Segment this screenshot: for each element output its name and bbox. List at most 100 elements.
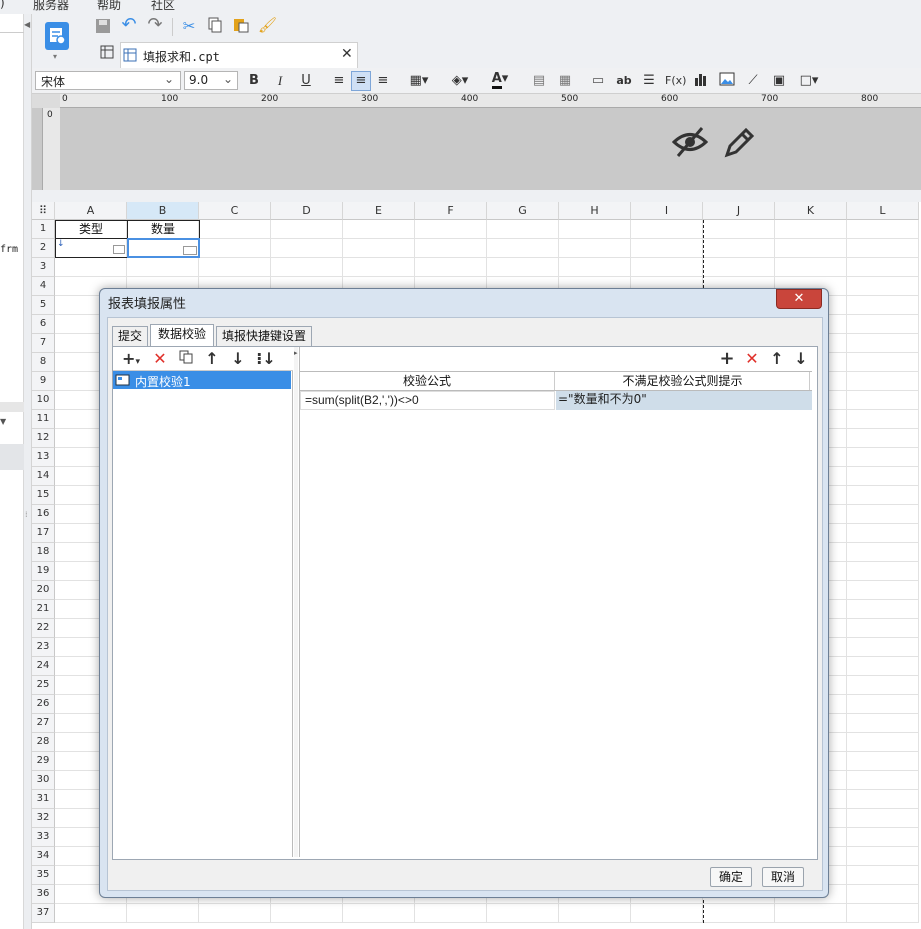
column-header[interactable]: B [127, 202, 199, 220]
formula-cell[interactable]: =sum(split(B2,','))<>0 [300, 391, 555, 410]
text-icon[interactable]: ab [614, 72, 634, 90]
cell-a1[interactable]: 类型 [55, 220, 127, 238]
insert-more-icon[interactable]: □▾ [795, 72, 823, 90]
row-header[interactable]: 17 [32, 524, 55, 543]
row-header[interactable]: 1 [32, 220, 55, 239]
splitter-grip-icon[interactable]: ⁞ [25, 510, 28, 519]
move-down-icon[interactable]: ↓ [792, 350, 810, 368]
eye-off-icon[interactable] [671, 125, 709, 162]
row-header[interactable]: 18 [32, 543, 55, 562]
cancel-button[interactable]: 取消 [762, 867, 804, 887]
row-header[interactable]: 29 [32, 752, 55, 771]
row-header[interactable]: 33 [32, 828, 55, 847]
menu-item-community[interactable]: 社区 [151, 0, 175, 13]
close-tab-icon[interactable]: ✕ [341, 46, 353, 62]
row-header[interactable]: 15 [32, 486, 55, 505]
unmerge-cells-icon[interactable]: ▦ [556, 72, 574, 90]
left-panel-selected-item[interactable] [0, 444, 24, 470]
chart-icon[interactable] [692, 72, 710, 92]
underline-button[interactable]: U [297, 72, 315, 90]
row-header[interactable]: 10 [32, 391, 55, 410]
column-header[interactable]: I [631, 202, 703, 220]
template-dropdown-icon[interactable]: ▾ [53, 52, 57, 61]
row-header[interactable]: 6 [32, 315, 55, 334]
row-header[interactable]: 13 [32, 448, 55, 467]
row-header[interactable]: 32 [32, 809, 55, 828]
splitter-left-arrow-icon[interactable]: ◀ [24, 20, 30, 29]
row-header[interactable]: 11 [32, 410, 55, 429]
font-color-icon[interactable]: A▾ [484, 70, 516, 89]
splitter-arrow-icon[interactable]: ▸ [294, 349, 298, 357]
column-header[interactable]: G [487, 202, 559, 220]
align-left-icon[interactable]: ≡ [330, 72, 348, 90]
row-header[interactable]: 36 [32, 885, 55, 904]
row-header[interactable]: 20 [32, 581, 55, 600]
row-header[interactable]: 37 [32, 904, 55, 923]
row-header[interactable]: 35 [32, 866, 55, 885]
row-header[interactable]: 31 [32, 790, 55, 809]
column-header[interactable]: F [415, 202, 487, 220]
column-header[interactable]: K [775, 202, 847, 220]
copy-icon[interactable] [177, 350, 195, 368]
undo-icon[interactable]: ↶ [120, 16, 138, 34]
row-header[interactable]: 8 [32, 353, 55, 372]
sheet-grid-icon[interactable] [98, 45, 116, 65]
tab-submit[interactable]: 提交 [112, 326, 148, 346]
tab-shortcut-settings[interactable]: 填报快捷键设置 [216, 326, 312, 346]
cell-a2[interactable]: ↓ [56, 239, 126, 257]
font-family-select[interactable]: 宋体 ⌄ [35, 71, 181, 90]
delete-icon[interactable]: ✕ [151, 350, 169, 368]
redo-icon[interactable]: ↷ [146, 16, 164, 34]
row-header[interactable]: 19 [32, 562, 55, 581]
save-icon[interactable] [94, 18, 112, 36]
menu-item-help[interactable]: 帮助 [97, 0, 121, 13]
column-header[interactable]: J [703, 202, 775, 220]
row-header[interactable]: 16 [32, 505, 55, 524]
image-icon[interactable] [718, 72, 736, 92]
row-header[interactable]: 26 [32, 695, 55, 714]
row-header[interactable]: 27 [32, 714, 55, 733]
row-header[interactable]: 28 [32, 733, 55, 752]
fill-color-icon[interactable]: ◈▾ [445, 72, 475, 90]
file-tab[interactable]: 填报求和.cpt ✕ [120, 42, 358, 68]
slash-icon[interactable]: ⟋ [744, 72, 762, 90]
left-splitter[interactable]: ◀ ⁞ [24, 14, 32, 929]
row-header[interactable]: 30 [32, 771, 55, 790]
row-header[interactable]: 22 [32, 619, 55, 638]
chevron-down-icon[interactable]: ⌄ [223, 72, 233, 86]
ok-button[interactable]: 确定 [710, 867, 752, 887]
move-down-icon[interactable]: ↓ [229, 350, 247, 368]
chevron-down-icon[interactable]: ⌄ [164, 72, 174, 86]
align-right-icon[interactable]: ≡ [374, 72, 392, 90]
row-header[interactable]: 9 [32, 372, 55, 391]
menu-item-server[interactable]: 服务器 [33, 0, 69, 13]
row-header[interactable]: 12 [32, 429, 55, 448]
move-up-icon[interactable]: ↑ [768, 350, 786, 368]
formula-icon[interactable]: F(x) [665, 72, 686, 90]
cell-b2-selected[interactable] [127, 238, 200, 258]
row-header[interactable]: 23 [32, 638, 55, 657]
row-header[interactable]: 2 [32, 239, 55, 258]
move-up-icon[interactable]: ↑ [203, 350, 221, 368]
column-header[interactable]: A [55, 202, 127, 220]
row-header[interactable]: 21 [32, 600, 55, 619]
column-header[interactable]: H [559, 202, 631, 220]
row-header[interactable]: 25 [32, 676, 55, 695]
list-item[interactable]: 内置校验1 [113, 371, 291, 389]
add-dropdown-icon[interactable]: +▾ [119, 350, 143, 371]
bold-button[interactable]: B [245, 72, 263, 90]
border-icon[interactable]: ▦▾ [405, 72, 433, 90]
row-header[interactable]: 5 [32, 296, 55, 315]
table-row[interactable]: =sum(split(B2,','))<>0 ="数量和不为0" [300, 391, 812, 411]
copy-icon[interactable] [206, 17, 224, 39]
cut-icon[interactable]: ✂ [180, 17, 198, 35]
row-header[interactable]: 14 [32, 467, 55, 486]
paragraph-icon[interactable]: ☰ [640, 72, 658, 90]
message-cell[interactable]: ="数量和不为0" [556, 391, 812, 410]
text-field-icon[interactable]: ▭ [589, 72, 607, 90]
row-header[interactable]: 3 [32, 258, 55, 277]
row-header[interactable]: 7 [32, 334, 55, 353]
italic-button[interactable]: I [271, 72, 289, 90]
subreport-icon[interactable]: ▣ [770, 72, 788, 90]
align-center-icon[interactable]: ≡ [351, 71, 371, 91]
